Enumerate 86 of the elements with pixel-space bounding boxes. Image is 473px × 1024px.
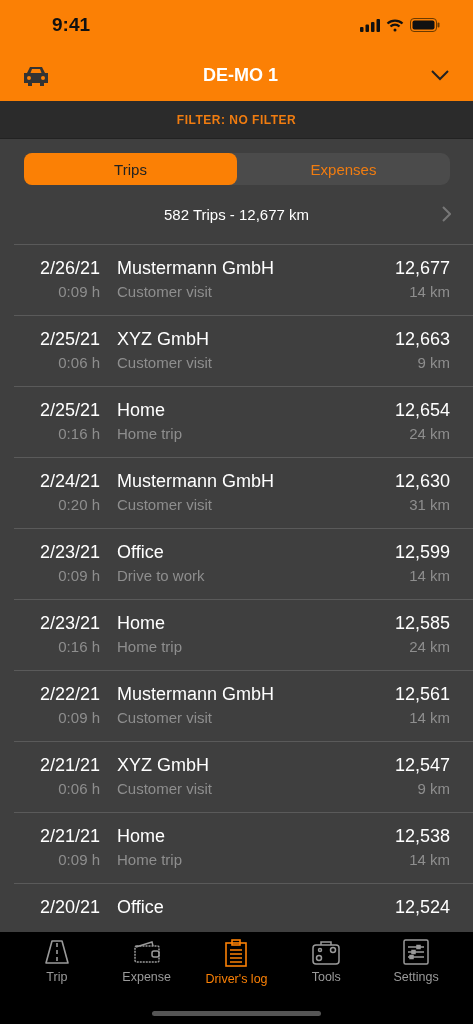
trip-row[interactable]: 2/21/21 Home 12,538 0:09 h Home trip 14 km: [14, 813, 473, 870]
vehicle-title: DE-MO 1: [203, 65, 278, 86]
trip-date: 2/23/21: [38, 612, 100, 634]
trip-date: 2/24/21: [38, 470, 100, 492]
wifi-icon: [386, 18, 404, 32]
odometer-reading: 12,654: [394, 399, 450, 421]
trip-date: 2/21/21: [38, 825, 100, 847]
trip-distance: 14 km: [408, 708, 450, 728]
trip-duration: 0:09 h: [57, 708, 100, 728]
settings-icon: [402, 938, 431, 966]
trip-duration: 0:06 h: [57, 779, 100, 799]
trip-duration: 0:09 h: [57, 850, 100, 870]
trip-purpose: Customer visit: [117, 495, 214, 515]
car-icon[interactable]: [22, 64, 50, 87]
battery-icon: [410, 18, 440, 32]
trip-distance: 9 km: [416, 779, 450, 799]
filter-label: FILTER: NO FILTER: [176, 112, 297, 127]
trip-date: 2/20/21: [38, 896, 100, 918]
trip-date: 2/22/21: [38, 683, 100, 705]
trip-destination: Home: [117, 612, 166, 634]
odometer-reading: 12,663: [394, 328, 450, 350]
trip-purpose: Home trip: [117, 637, 184, 657]
trip-date: 2/23/21: [38, 541, 100, 563]
trip-row[interactable]: 2/26/21 Mustermann GmbH 12,677 0:09 h Customer visit 14 km: [14, 245, 473, 302]
signal-icon: [360, 18, 380, 32]
trip-destination: Office: [117, 896, 165, 918]
trip-distance: 14 km: [408, 850, 450, 870]
status-time: 9:41: [52, 14, 91, 36]
odometer-reading: 12,524: [394, 896, 450, 918]
trip-destination: XYZ GmbH: [117, 328, 210, 350]
odometer-reading: 12,630: [394, 470, 450, 492]
trip-purpose: Customer visit: [117, 282, 214, 302]
segment-tab[interactable]: Trips: [24, 153, 237, 185]
trip-distance: 24 km: [408, 424, 450, 444]
suitcase-icon: [311, 938, 342, 966]
trip-date: 2/25/21: [38, 328, 100, 350]
trip-purpose: Customer visit: [117, 708, 214, 728]
trip-purpose: Customer visit: [117, 353, 214, 373]
trip-duration: 0:16 h: [57, 637, 100, 657]
trip-row[interactable]: 2/22/21 Mustermann GmbH 12,561 0:09 h Customer visit 14 km: [14, 671, 473, 728]
trip-purpose: Drive to work: [117, 566, 206, 586]
trip-destination: Home: [117, 399, 166, 421]
trip-distance: 31 km: [408, 495, 450, 515]
tab-bar-item[interactable]: Settings: [371, 938, 461, 984]
road-icon: [42, 938, 71, 966]
trip-destination: Mustermann GmbH: [117, 683, 276, 705]
tab-bar-item[interactable]: Trip: [12, 938, 102, 984]
trip-purpose: Home trip: [117, 424, 184, 444]
trip-distance: 9 km: [416, 353, 450, 373]
odometer-reading: 12,677: [394, 257, 450, 279]
trip-row[interactable]: 2/25/21 XYZ GmbH 12,663 0:06 h Customer visit 9 km: [14, 316, 473, 373]
trip-duration: 0:06 h: [57, 353, 100, 373]
trip-purpose: Home trip: [117, 850, 184, 870]
wallet-icon: [132, 938, 161, 966]
tab-bar-item[interactable]: Expense: [101, 938, 192, 984]
trip-duration: 0:09 h: [57, 282, 100, 302]
trip-destination: Office: [117, 541, 165, 563]
trip-duration: 0:16 h: [57, 424, 100, 444]
trip-distance: 14 km: [408, 566, 450, 586]
trip-purpose: Customer visit: [117, 779, 214, 799]
trip-row[interactable]: 2/21/21 XYZ GmbH 12,547 0:06 h Customer visit 9 km: [14, 742, 473, 799]
trip-destination: XYZ GmbH: [117, 754, 210, 776]
odometer-reading: 12,547: [394, 754, 450, 776]
trip-distance: 14 km: [408, 282, 450, 302]
trip-duration: 0:20 h: [57, 495, 100, 515]
trip-distance: 24 km: [408, 637, 450, 657]
chevron-down-icon[interactable]: [431, 70, 449, 81]
tab-bar-item[interactable]: Tools: [281, 938, 372, 984]
odometer-reading: 12,561: [394, 683, 450, 705]
trip-duration: 0:09 h: [57, 566, 100, 586]
trip-row[interactable]: 2/24/21 Mustermann GmbH 12,630 0:20 h Customer visit 31 km: [14, 458, 473, 515]
trip-destination: Mustermann GmbH: [117, 257, 276, 279]
odometer-reading: 12,538: [394, 825, 450, 847]
trip-date: 2/25/21: [38, 399, 100, 421]
trip-row[interactable]: 2/20/21 Office 12,524: [14, 884, 473, 918]
trip-row[interactable]: 2/23/21 Office 12,599 0:09 h Drive to work 14 km: [14, 529, 473, 586]
trip-row[interactable]: 2/23/21 Home 12,585 0:16 h Home trip 24 km: [14, 600, 473, 657]
trip-date: 2/26/21: [38, 257, 100, 279]
trip-destination: Mustermann GmbH: [117, 470, 276, 492]
trips-summary: 582 Trips - 12,677 km: [163, 206, 310, 223]
trip-destination: Home: [117, 825, 166, 847]
tab-bar-item[interactable]: Driver's log: [191, 938, 282, 986]
trip-row[interactable]: 2/25/21 Home 12,654 0:16 h Home trip 24 km: [14, 387, 473, 444]
odometer-reading: 12,585: [394, 612, 450, 634]
odometer-reading: 12,599: [394, 541, 450, 563]
trip-date: 2/21/21: [38, 754, 100, 776]
